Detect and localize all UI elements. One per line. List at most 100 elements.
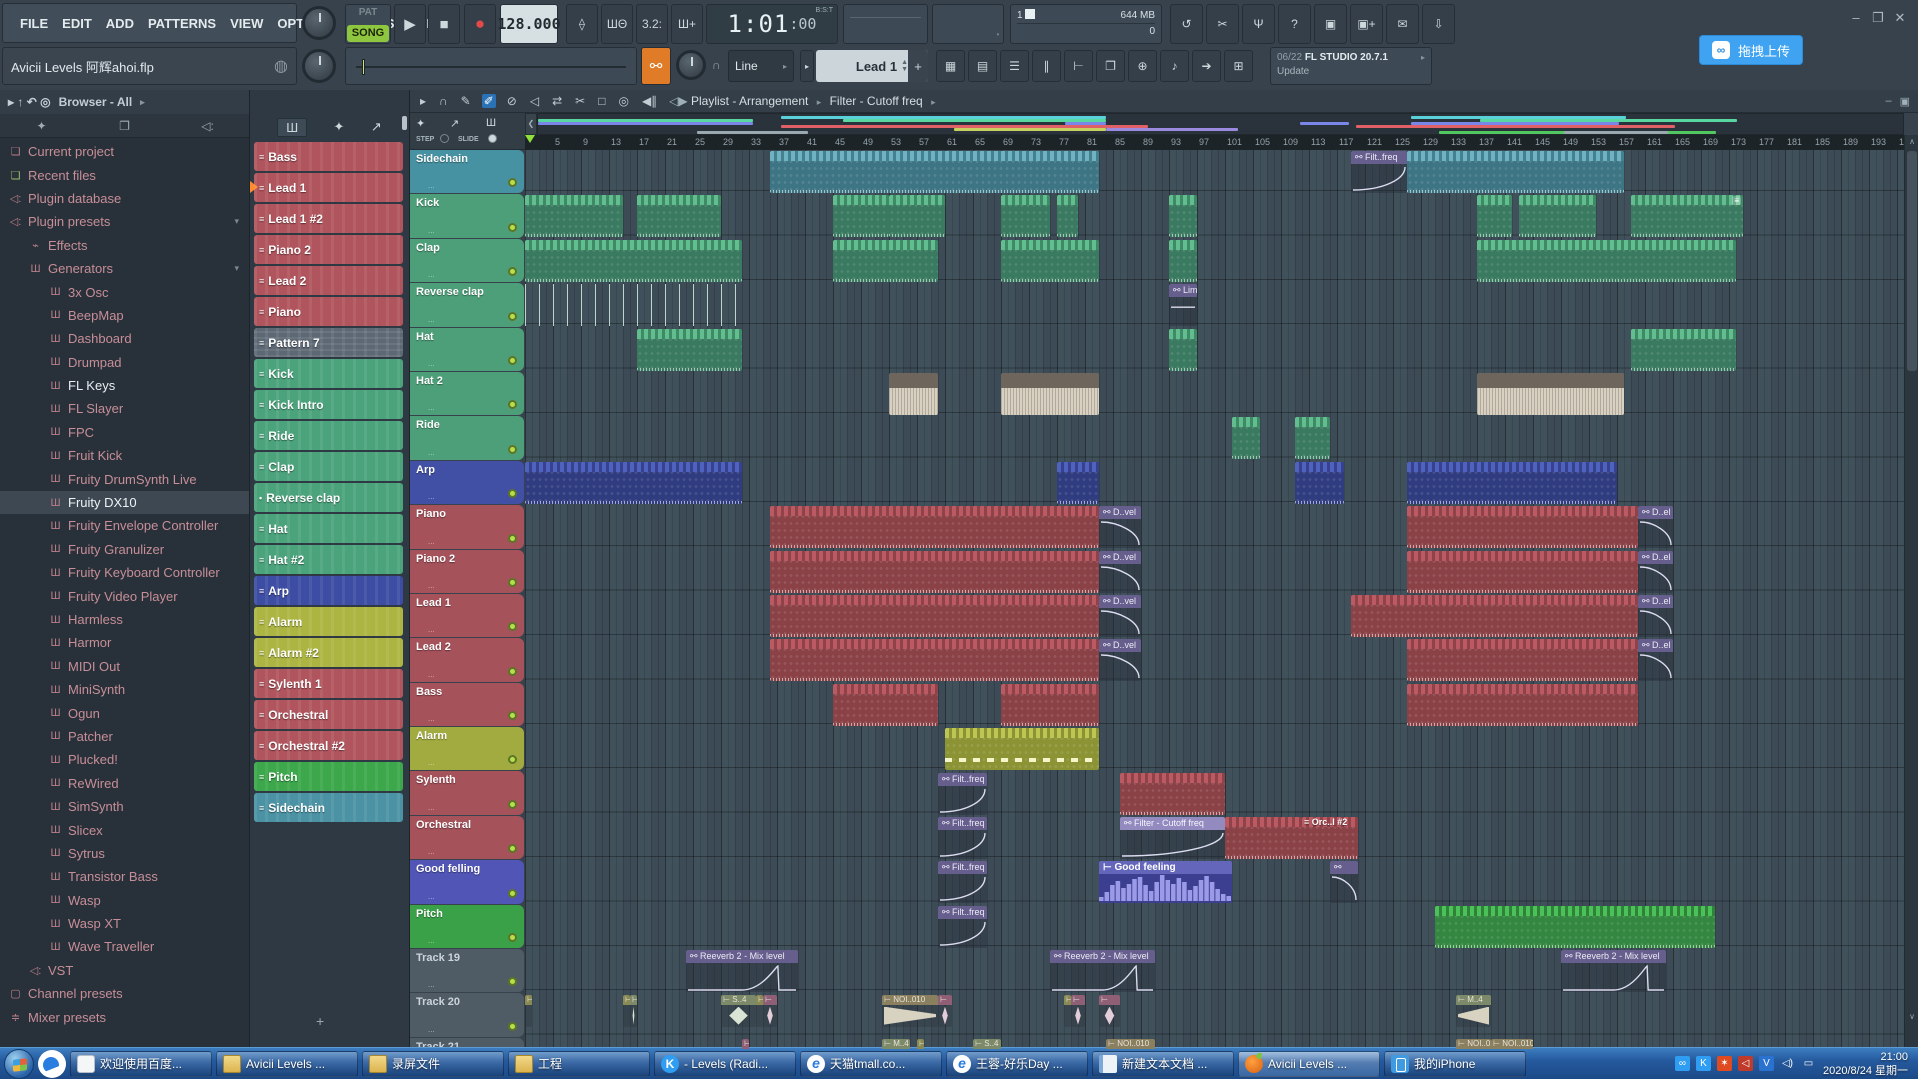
expand-icon[interactable]: ▸ (8, 95, 17, 109)
picker-mini-automation-icon[interactable]: ↗ (450, 117, 459, 130)
picker-automation-tab-icon[interactable]: ↗ (371, 119, 382, 135)
browser-item-fruity-video-player[interactable]: ШFruity Video Player (0, 584, 249, 607)
pattern-clip[interactable] (1407, 462, 1617, 504)
song-mode-label[interactable]: SONG (347, 25, 389, 42)
pattern-lead-2[interactable]: ≡Lead 2 (254, 266, 403, 295)
undo-icon[interactable]: ↺ (1170, 4, 1203, 44)
track-menu-dots[interactable]: ... (428, 803, 435, 812)
pattern-clip[interactable] (525, 240, 742, 282)
track-header-track-19[interactable]: Track 19... (410, 949, 524, 992)
paint-icon[interactable]: ✐ (482, 94, 496, 108)
track-menu-dots[interactable]: ... (428, 181, 435, 190)
timeline-bar-137[interactable]: 137 (1479, 137, 1494, 147)
picker-add-button[interactable]: + (316, 1013, 324, 1029)
save-new-icon[interactable]: ▣+ (1350, 4, 1383, 44)
browser-item-channel-presets[interactable]: ▢Channel presets (0, 982, 249, 1005)
pattern-selector[interactable]: Lead 1 ▲▼ + (816, 50, 928, 82)
timeline-bar-149[interactable]: 149 (1563, 137, 1578, 147)
track-mute-led[interactable] (508, 800, 517, 809)
timeline-bar-189[interactable]: 189 (1843, 137, 1858, 147)
typing-keyboard-icon[interactable]: ШΘ (601, 4, 633, 44)
scrollbar-thumb[interactable] (1907, 151, 1917, 371)
pattern-clip[interactable] (1477, 240, 1736, 282)
browser-item-minisynth[interactable]: ШMiniSynth (0, 678, 249, 701)
track-mute-led[interactable] (508, 933, 517, 942)
preview-headphones-icon[interactable]: ∩ (437, 94, 450, 108)
track-header-track-20[interactable]: Track 20... (410, 993, 524, 1036)
track-menu-dots[interactable]: ... (428, 892, 435, 901)
pattern-clip[interactable] (1057, 462, 1099, 504)
menu-add[interactable]: ADD (99, 16, 141, 31)
track-header-hat[interactable]: Hat... (410, 328, 524, 371)
select-icon[interactable]: □ (596, 94, 607, 108)
sparse-pattern-clip[interactable] (525, 284, 742, 326)
track-menu-dots[interactable]: ... (428, 403, 435, 412)
track-mute-led[interactable] (508, 977, 517, 986)
pattern-pitch[interactable]: ≡Pitch (254, 762, 403, 791)
kugou-tray-icon[interactable]: K (1696, 1056, 1711, 1071)
track-menu-dots[interactable]: ... (428, 270, 435, 279)
tap-tempo-icon[interactable]: ⟠ (566, 4, 598, 44)
taskbar-item-document[interactable]: 欢迎使用百度... (70, 1051, 212, 1077)
timeline-bar-73[interactable]: 73 (1031, 137, 1041, 147)
browser-item-current-project[interactable]: ❏Current project (0, 140, 249, 163)
pattern-clip[interactable] (1407, 151, 1624, 193)
browser-item-plugin-database[interactable]: ◁:Plugin database (0, 187, 249, 210)
taskbar-item-notepad[interactable]: 新建文本文档 ... (1092, 1051, 1234, 1077)
touch-icon[interactable]: ➔ (1192, 50, 1221, 82)
pattern-clip[interactable] (525, 195, 623, 237)
channel-rack-icon[interactable]: ☰ (1000, 50, 1029, 82)
pattern-alarm-2[interactable]: ≡Alarm #2 (254, 638, 403, 667)
project-knob-icon[interactable]: ◍ (274, 56, 288, 76)
pattern-clip[interactable] (833, 195, 889, 237)
menu-file[interactable]: FILE (13, 16, 55, 31)
pattern-lead-1-2[interactable]: ≡Lead 1 #2 (254, 204, 403, 233)
automation-clip[interactable]: ⚯ (1330, 861, 1358, 903)
timeline-bar-113[interactable]: 113 (1311, 137, 1325, 147)
security-tray-icon[interactable]: V (1759, 1056, 1774, 1071)
audio-clip[interactable]: ⊢ Good feeling (1099, 861, 1232, 903)
browser-item-midi-out[interactable]: ШMIDI Out (0, 655, 249, 678)
playlist-grid[interactable]: ⚯ Filt..freq≡⚯ Limi..olo⚯ D..vel⚯ D..el⚯… (525, 150, 1904, 1079)
play-button[interactable]: ▶ (394, 4, 426, 44)
main-volume-knob[interactable] (302, 49, 336, 83)
track-menu-dots[interactable]: ... (428, 936, 435, 945)
time-display[interactable]: 1:01:00 B:S:T (706, 4, 838, 44)
browser-item-vst[interactable]: ◁:VST (0, 959, 249, 982)
browser-item-dashboard[interactable]: ШDashboard (0, 327, 249, 350)
pattern-prev-button[interactable]: ▸ (800, 50, 814, 82)
pattern-clip[interactable] (1407, 639, 1638, 681)
browser-item-slicex[interactable]: ШSlicex (0, 818, 249, 841)
pattern-kick-intro[interactable]: ≡Kick Intro (254, 390, 403, 419)
automation-clip[interactable]: ⚯ Filt..freq (938, 861, 987, 903)
audio-tray-icon[interactable]: ◁ (1738, 1056, 1753, 1071)
automation-clip[interactable]: ⚯ Filter - Cutoff freq (1120, 817, 1225, 859)
close-button[interactable]: ✕ (1889, 10, 1911, 26)
browser-item-transistor-bass[interactable]: ШTransistor Bass (0, 865, 249, 888)
timeline-bar-49[interactable]: 49 (863, 137, 873, 147)
scroll-down-icon[interactable]: ∨ (1905, 1012, 1918, 1021)
mini-audio-clip[interactable]: ⊢ NOI..010 (882, 995, 938, 1027)
track-mute-led[interactable] (508, 711, 517, 720)
pattern-clip[interactable] (525, 462, 742, 504)
browser-tab-audio-icon[interactable]: ✦ (0, 119, 83, 133)
timeline-bar-85[interactable]: 85 (1115, 137, 1125, 147)
timeline-bar-21[interactable]: 21 (667, 137, 677, 147)
track-header-kick[interactable]: Kick... (410, 194, 524, 237)
delete-icon[interactable]: ⊘ (505, 94, 519, 108)
track-menu-dots[interactable]: ... (428, 980, 435, 989)
pat-mode-label[interactable]: PAT (346, 5, 390, 24)
master-pan-knob[interactable] (302, 6, 336, 40)
pattern-hat-2[interactable]: ≡Hat #2 (254, 545, 403, 574)
pattern-pattern-7[interactable]: ≡Pattern 7 (254, 328, 403, 357)
mini-audio-clip[interactable]: ⊢ (938, 995, 952, 1027)
playhead-marker[interactable] (525, 135, 535, 148)
timeline-bar-161[interactable]: 161 (1647, 137, 1662, 147)
marker-panel[interactable] (843, 4, 928, 44)
automation-clip[interactable]: ⚯ D..vel (1099, 595, 1141, 637)
timeline-bar-133[interactable]: 133 (1451, 137, 1466, 147)
pattern-hat[interactable]: ≡Hat (254, 514, 403, 543)
browser-title[interactable]: Browser - All (59, 95, 133, 109)
track-header-clap[interactable]: Clap... (410, 239, 524, 282)
track-mute-led[interactable] (508, 312, 517, 321)
